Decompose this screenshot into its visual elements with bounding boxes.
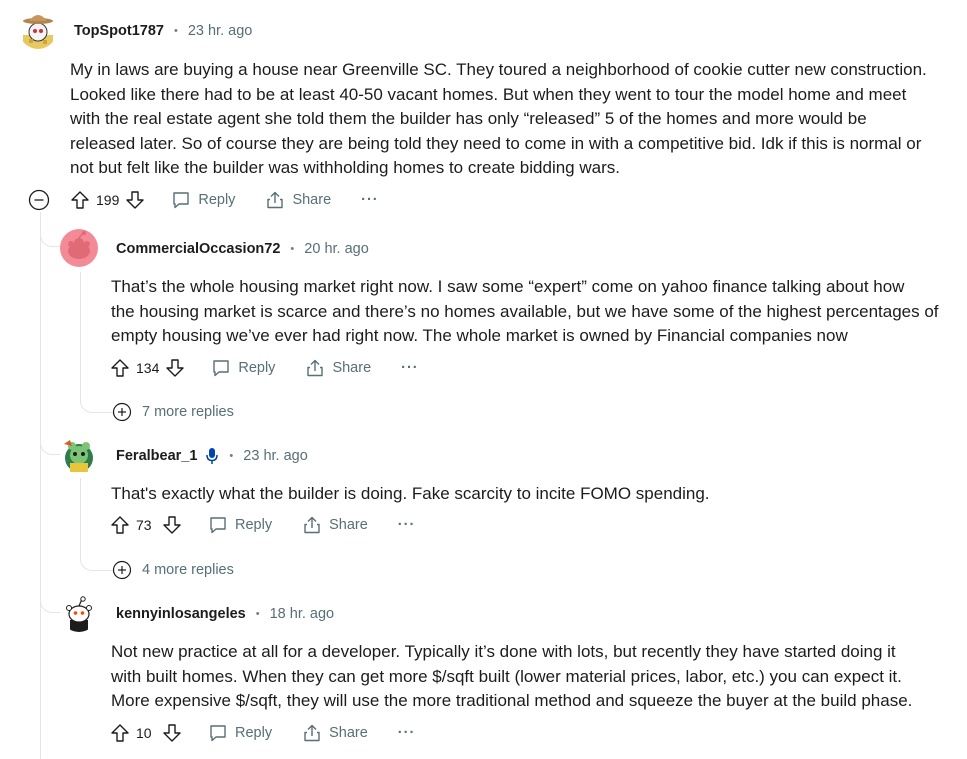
comment-icon [211, 358, 231, 378]
comment-icon [171, 190, 191, 210]
comment-line: released later. So of course they are be… [70, 133, 922, 153]
upvote-icon[interactable] [70, 190, 90, 210]
comment-body: That's exactly what the builder is doing… [111, 482, 961, 507]
thread-connector [40, 212, 63, 247]
vote-count: 10 [136, 725, 152, 741]
comment-icon [208, 723, 228, 743]
share-button[interactable]: Share [265, 190, 331, 210]
share-button[interactable]: Share [302, 515, 368, 535]
more-options-label: ··· [397, 725, 416, 741]
reply-label: Reply [198, 192, 236, 208]
thread-connector [80, 380, 113, 413]
comment-line: empty housing we’ve ever had right now. … [111, 326, 848, 345]
share-label: Share [332, 360, 372, 376]
avatar[interactable] [60, 436, 98, 474]
reply-label: Reply [238, 360, 276, 376]
downvote-icon[interactable] [125, 190, 145, 210]
downvote-icon[interactable] [165, 358, 185, 378]
thread-line-root[interactable] [40, 212, 41, 759]
share-icon [302, 723, 322, 743]
share-icon [302, 515, 322, 535]
more-replies-link[interactable]: 7 more replies [112, 402, 234, 422]
comment-line: That’s the whole housing market right no… [111, 277, 905, 296]
comment-body: Not new practice at all for a developer.… [111, 640, 961, 714]
share-button[interactable]: Share [305, 358, 371, 378]
comment-line: Not new practice at all for a developer.… [111, 642, 896, 661]
downvote-icon[interactable] [162, 515, 182, 535]
comment-meta: TopSpot1787 • 23 hr. ago [74, 21, 252, 41]
username[interactable]: TopSpot1787 [74, 23, 164, 39]
more-options-button[interactable]: ··· [398, 725, 416, 741]
separator: • [173, 25, 178, 37]
username[interactable]: Feralbear_1 [116, 448, 197, 464]
share-icon [265, 190, 285, 210]
comment-actions: 134 Reply Share ··· [110, 354, 419, 382]
timestamp[interactable]: 23 hr. ago [188, 23, 253, 39]
separator: • [229, 450, 234, 462]
comment-actions: 10 Reply Share ··· [110, 719, 415, 747]
more-options-button[interactable]: ··· [361, 192, 379, 208]
upvote-icon[interactable] [110, 515, 130, 535]
share-label: Share [329, 725, 368, 741]
share-label: Share [329, 517, 368, 533]
timestamp[interactable]: 20 hr. ago [304, 241, 369, 257]
comment-body: My in laws are buying a house near Green… [70, 58, 960, 181]
comment-meta: CommercialOccasion72 • 20 hr. ago [116, 239, 369, 259]
comment-actions: 73 Reply Share ··· [110, 511, 415, 539]
comment-meta: kennyinlosangeles • 18 hr. ago [116, 604, 334, 624]
share-label: Share [292, 192, 332, 208]
upvote-icon[interactable] [110, 723, 130, 743]
thread-connector [80, 538, 113, 571]
timestamp[interactable]: 23 hr. ago [243, 448, 308, 464]
comment-meta: Feralbear_1 • 23 hr. ago [116, 446, 308, 466]
vote-count: 134 [136, 360, 160, 376]
comment-line: Looked like there had to be at least 40-… [70, 84, 907, 104]
share-icon [305, 358, 325, 378]
comment-line: the housing market is scarce and there’s… [111, 301, 939, 321]
expand-icon [112, 402, 132, 422]
vote-count: 199 [96, 192, 120, 208]
comment-icon [208, 515, 228, 535]
comment-line: My in laws are buying a house near Green… [70, 60, 927, 79]
reply-button[interactable]: Reply [171, 190, 235, 210]
avatar[interactable] [60, 594, 98, 632]
username[interactable]: kennyinlosangeles [116, 606, 246, 622]
separator: • [255, 608, 260, 620]
expand-icon [112, 560, 132, 580]
reply-label: Reply [235, 517, 273, 533]
comment-line: More expensive $/sqft, they will use the… [111, 691, 913, 710]
more-options-label: ··· [401, 360, 419, 376]
microphone-icon [205, 447, 219, 465]
timestamp[interactable]: 18 hr. ago [270, 606, 335, 622]
more-replies-label: 4 more replies [142, 562, 234, 578]
username[interactable]: CommercialOccasion72 [116, 241, 280, 257]
comment-actions: 199 Reply Share ··· [28, 186, 379, 214]
more-options-button[interactable]: ··· [401, 360, 419, 376]
avatar[interactable] [19, 11, 57, 49]
comment-body: That’s the whole housing market right no… [111, 275, 961, 349]
reply-button[interactable]: Reply [208, 723, 272, 743]
more-options-label: ··· [397, 517, 416, 533]
comment-line: with built homes. When they can get more… [111, 666, 902, 686]
more-options-label: ··· [361, 192, 379, 208]
reply-button[interactable]: Reply [211, 358, 275, 378]
comment-line: That's exactly what the builder is doing… [111, 484, 710, 503]
upvote-icon[interactable] [110, 358, 130, 378]
downvote-icon[interactable] [162, 723, 182, 743]
more-replies-label: 7 more replies [142, 404, 234, 420]
comment-line: not but felt like the builder was withho… [70, 158, 620, 177]
collapse-icon[interactable] [28, 189, 50, 211]
vote-count: 73 [136, 517, 152, 533]
share-button[interactable]: Share [302, 723, 368, 743]
reply-label: Reply [235, 725, 273, 741]
separator: • [290, 243, 295, 255]
more-replies-link[interactable]: 4 more replies [112, 560, 234, 580]
comment-line: with the real estate agent she told them… [70, 109, 867, 128]
reply-button[interactable]: Reply [208, 515, 272, 535]
avatar[interactable] [60, 229, 98, 267]
more-options-button[interactable]: ··· [398, 517, 416, 533]
